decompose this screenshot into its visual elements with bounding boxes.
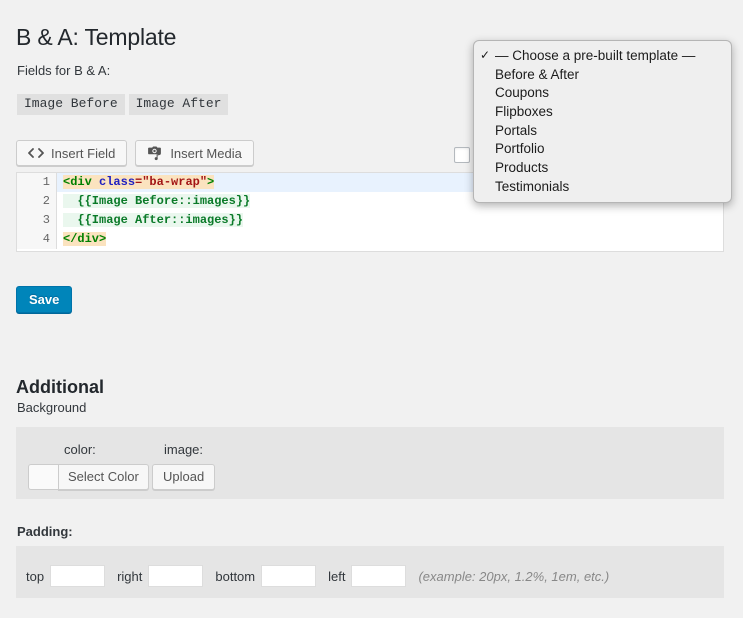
- select-color-button[interactable]: Select Color: [58, 464, 149, 490]
- dropdown-option-label: Flipboxes: [495, 103, 553, 119]
- dropdown-option-label: Before & After: [495, 66, 580, 82]
- padding-left-input[interactable]: [351, 565, 407, 587]
- editor-toolbar: Insert Field Insert Media: [16, 140, 254, 166]
- line-number: 1: [17, 173, 57, 192]
- code-token-tag-open: <div: [63, 175, 92, 189]
- dropdown-option-flipboxes[interactable]: Flipboxes: [474, 102, 731, 121]
- dropdown-option-portfolio[interactable]: Portfolio: [474, 139, 731, 158]
- dropdown-option-testimonials[interactable]: Testimonials: [474, 177, 731, 196]
- padding-top-input[interactable]: [50, 565, 106, 587]
- code-token-attr: class: [99, 175, 136, 189]
- dropdown-option-label: Products: [495, 159, 549, 175]
- dropdown-option-products[interactable]: Products: [474, 158, 731, 177]
- media-icon: [147, 145, 163, 161]
- field-tag-list: Image Before Image After: [17, 94, 229, 115]
- dropdown-option-coupons[interactable]: Coupons: [474, 83, 731, 102]
- field-tag-image-after[interactable]: Image After: [128, 94, 229, 115]
- dropdown-option-label: Testimonials: [495, 178, 570, 194]
- dropdown-option-choose[interactable]: ✓ — Choose a pre-built template —: [474, 46, 731, 65]
- padding-row: top right bottom left (example: 20px, 1.…: [26, 565, 609, 587]
- line-number: 4: [17, 230, 57, 249]
- code-line[interactable]: 4 </div>: [17, 230, 723, 249]
- line-number: 3: [17, 211, 57, 230]
- insert-field-button[interactable]: Insert Field: [16, 140, 128, 166]
- padding-bottom-label: bottom: [215, 568, 256, 584]
- padding-right-input[interactable]: [148, 565, 204, 587]
- upload-image-button[interactable]: Upload: [152, 464, 216, 490]
- padding-top-label: top: [26, 568, 45, 584]
- code-token-mustache: {{Image After::images}}: [63, 213, 244, 227]
- dropdown-option-label: Portfolio: [495, 141, 545, 157]
- dropdown-option-label: Coupons: [495, 85, 550, 101]
- code-line[interactable]: 3 {{Image After::images}}: [17, 211, 723, 230]
- line-number: 2: [17, 192, 57, 211]
- image-label: image:: [164, 442, 204, 457]
- padding-bottom-input[interactable]: [261, 565, 317, 587]
- dropdown-option-label: — Choose a pre-built template —: [495, 47, 696, 63]
- dropdown-option-before-after[interactable]: Before & After: [474, 65, 731, 84]
- code-line-content[interactable]: {{Image After::images}}: [57, 211, 723, 230]
- code-token-space: [91, 175, 100, 189]
- code-token-tag-close: >: [207, 175, 215, 189]
- fields-label: Fields for B & A:: [17, 63, 111, 78]
- insert-media-label: Insert Media: [170, 145, 242, 161]
- insert-field-label: Insert Field: [51, 145, 116, 161]
- code-token-tag-close: </div>: [63, 232, 107, 246]
- code-token-mustache: {{Image Before::images}}: [63, 194, 251, 208]
- background-label: Background: [17, 400, 87, 415]
- padding-left-label: left: [328, 568, 346, 584]
- save-button[interactable]: Save: [16, 286, 73, 313]
- code-token-value: ="ba-wrap": [135, 175, 208, 189]
- dropdown-option-portals[interactable]: Portals: [474, 121, 731, 140]
- padding-right-label: right: [117, 568, 143, 584]
- code-brackets-icon: [28, 145, 44, 161]
- padding-hint: (example: 20px, 1.2%, 1em, etc.): [418, 568, 610, 584]
- editor-option-checkbox[interactable]: [454, 147, 470, 163]
- check-icon: ✓: [480, 48, 491, 63]
- padding-label: Padding:: [17, 524, 73, 539]
- code-line-content[interactable]: </div>: [57, 230, 723, 249]
- color-swatch[interactable]: [28, 464, 58, 490]
- additional-heading: Additional: [16, 376, 104, 397]
- template-select-dropdown[interactable]: ✓ — Choose a pre-built template — Before…: [473, 40, 732, 203]
- dropdown-option-label: Portals: [495, 122, 538, 138]
- color-label: color:: [64, 442, 96, 457]
- page-title: B & A: Template: [16, 24, 177, 51]
- insert-media-button[interactable]: Insert Media: [135, 140, 254, 166]
- field-tag-image-before[interactable]: Image Before: [17, 94, 125, 115]
- color-picker-control: Select Color: [28, 464, 149, 490]
